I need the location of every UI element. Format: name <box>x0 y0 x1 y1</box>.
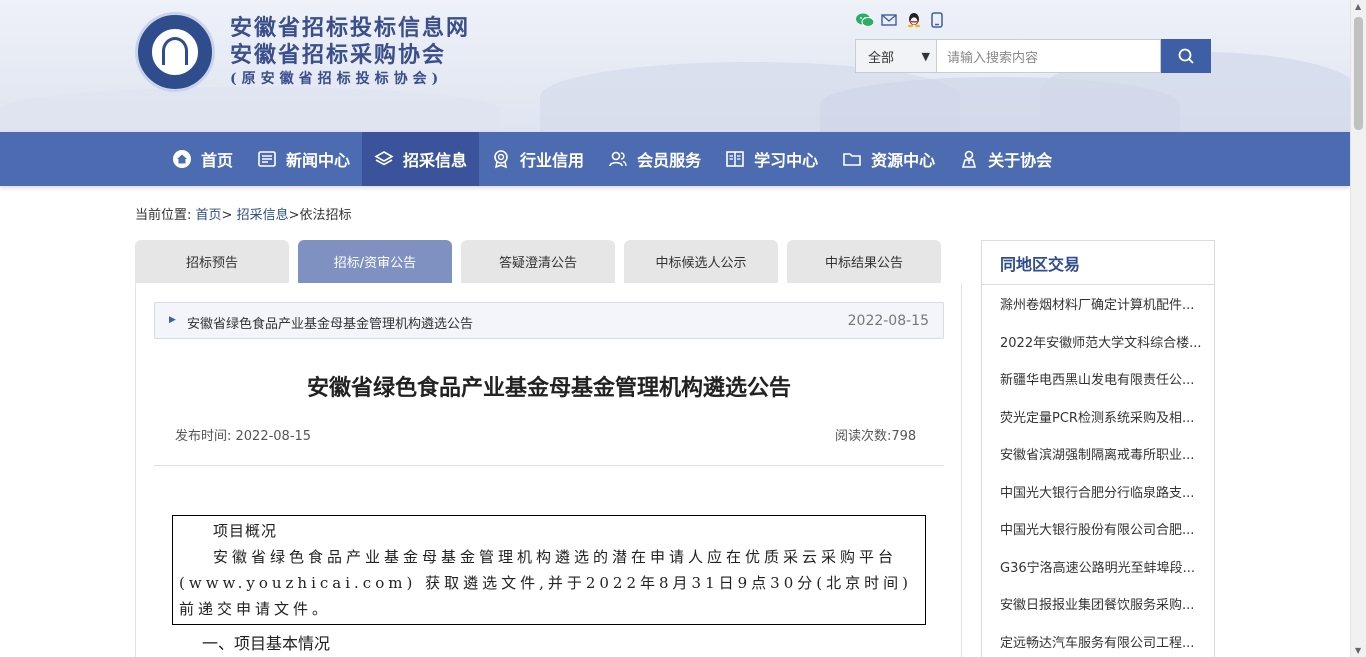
list-item[interactable]: ▶ 安徽省绿色食品产业基金母基金管理机构遴选公告 2022-08-15 <box>154 302 944 339</box>
tab-candidates[interactable]: 中标候选人公示 <box>624 240 778 283</box>
qq-icon[interactable] <box>906 12 922 30</box>
sidebar-link[interactable]: 2022年安徽师范大学文科综合楼... <box>982 323 1214 361</box>
sidebar-link[interactable]: 定远畅达汽车服务有限公司工程... <box>982 623 1214 657</box>
breadcrumb-home-link[interactable]: 首页 <box>196 208 222 223</box>
book-icon <box>726 151 744 167</box>
nav-item-about[interactable]: 关于协会 <box>947 132 1064 186</box>
sidebar-link[interactable]: G36宁洛高速公路明光至蚌埠段... <box>982 548 1214 586</box>
breadcrumb-category-link[interactable]: 招采信息 <box>237 208 289 223</box>
search-input[interactable]: 请输入搜索内容 <box>937 39 1161 73</box>
sidebar-link[interactable]: 新疆华电西黑山发电有限责任公... <box>982 360 1214 398</box>
site-title[interactable]: 安徽省招标投标信息网 安徽省招标采购协会 (原安徽省招标投标协会) <box>230 15 470 89</box>
overview-heading: 项目概况 <box>213 522 278 540</box>
list-item-title: 安徽省绿色食品产业基金母基金管理机构遴选公告 <box>187 317 474 332</box>
badge-icon <box>494 150 508 169</box>
sidebar-link[interactable]: 安徽省滨湖强制隔离戒毒所职业... <box>982 435 1214 473</box>
wechat-icon[interactable] <box>856 12 875 30</box>
project-overview-box: 项目概况 安徽省绿色食品产业基金母基金管理机构遴选的潜在申请人应在优质采云采购平… <box>172 515 926 625</box>
nav-item-home[interactable]: 首页 <box>160 132 245 186</box>
breadcrumb: 当前位置: 首页> 招采信息>依法招标 <box>135 208 352 223</box>
search-icon <box>1178 48 1194 64</box>
list-item-date: 2022-08-15 <box>847 313 929 329</box>
users-icon <box>609 151 627 167</box>
scroll-down-icon[interactable]: ▼ <box>1355 646 1361 655</box>
view-count: 阅读次数:798 <box>835 429 917 444</box>
scroll-up-icon[interactable]: ▲ <box>1355 2 1361 11</box>
folder-icon <box>843 153 861 166</box>
page-scrollbar[interactable]: ▲ ▼ <box>1350 0 1366 657</box>
sidebar-link[interactable]: 中国光大银行股份有限公司合肥... <box>982 510 1214 548</box>
news-icon <box>258 151 276 167</box>
nav-item-credit[interactable]: 行业信用 <box>479 132 596 186</box>
sidebar-link[interactable]: 中国光大银行合肥分行临泉路支... <box>982 473 1214 511</box>
nav-item-procurement[interactable]: 招采信息 <box>362 132 480 186</box>
home-icon <box>173 150 191 168</box>
tab-bid-notice[interactable]: 招标/资审公告 <box>298 240 452 283</box>
tab-clarification[interactable]: 答疑澄清公告 <box>461 240 615 283</box>
sidebar-heading: 同地区交易 <box>982 241 1214 285</box>
nav-item-members[interactable]: 会员服务 <box>596 132 713 186</box>
site-header: 安徽省招标投标信息网 安徽省招标采购协会 (原安徽省招标投标协会) 全部 ▼ 请… <box>0 0 1350 132</box>
search-bar: 全部 ▼ 请输入搜索内容 <box>855 39 1211 73</box>
scrollbar-thumb[interactable] <box>1354 17 1363 130</box>
sidebar-link[interactable]: 安徽日报报业集团餐饮服务采购... <box>982 585 1214 623</box>
nav-item-resources[interactable]: 资源中心 <box>830 132 947 186</box>
section-heading: 一、项目基本情况 <box>202 634 331 653</box>
chevron-down-icon: ▼ <box>921 49 930 63</box>
person-icon <box>962 150 977 168</box>
mail-icon[interactable] <box>881 12 897 30</box>
tab-results[interactable]: 中标结果公告 <box>787 240 941 283</box>
divider <box>154 465 944 466</box>
breadcrumb-current: 依法招标 <box>299 208 352 223</box>
sidebar-same-region: 同地区交易 滁州卷烟材料厂确定计算机配件... 2022年安徽师范大学文科综合楼… <box>981 240 1215 657</box>
search-button[interactable] <box>1161 39 1211 73</box>
overview-paragraph: 安徽省绿色食品产业基金母基金管理机构遴选的潜在申请人应在优质采云采购平台(www… <box>179 548 912 618</box>
notice-tabs: 招标预告 招标/资审公告 答疑澄清公告 中标候选人公示 中标结果公告 <box>135 240 941 283</box>
site-logo[interactable] <box>135 12 215 92</box>
main-nav: 首页 新闻中心 招采信息 行业信用 会员服务 学习中心 资源中心 关于协会 <box>0 132 1350 186</box>
article-title: 安徽省绿色食品产业基金母基金管理机构遴选公告 <box>306 376 791 401</box>
mobile-icon[interactable] <box>931 12 947 30</box>
sidebar-link[interactable]: 滁州卷烟材料厂确定计算机配件... <box>982 285 1214 323</box>
publish-date: 发布时间: 2022-08-15 <box>175 429 312 444</box>
share-icons <box>856 12 947 30</box>
nav-item-news[interactable]: 新闻中心 <box>245 132 362 186</box>
tab-bid-preview[interactable]: 招标预告 <box>135 240 289 283</box>
layers-icon <box>374 151 394 166</box>
search-scope-select[interactable]: 全部 ▼ <box>855 39 937 73</box>
sidebar-link[interactable]: 荧光定量PCR检测系统采购及相... <box>982 398 1214 436</box>
caret-right-icon: ▶ <box>169 315 176 325</box>
nav-item-learning[interactable]: 学习中心 <box>713 132 830 186</box>
